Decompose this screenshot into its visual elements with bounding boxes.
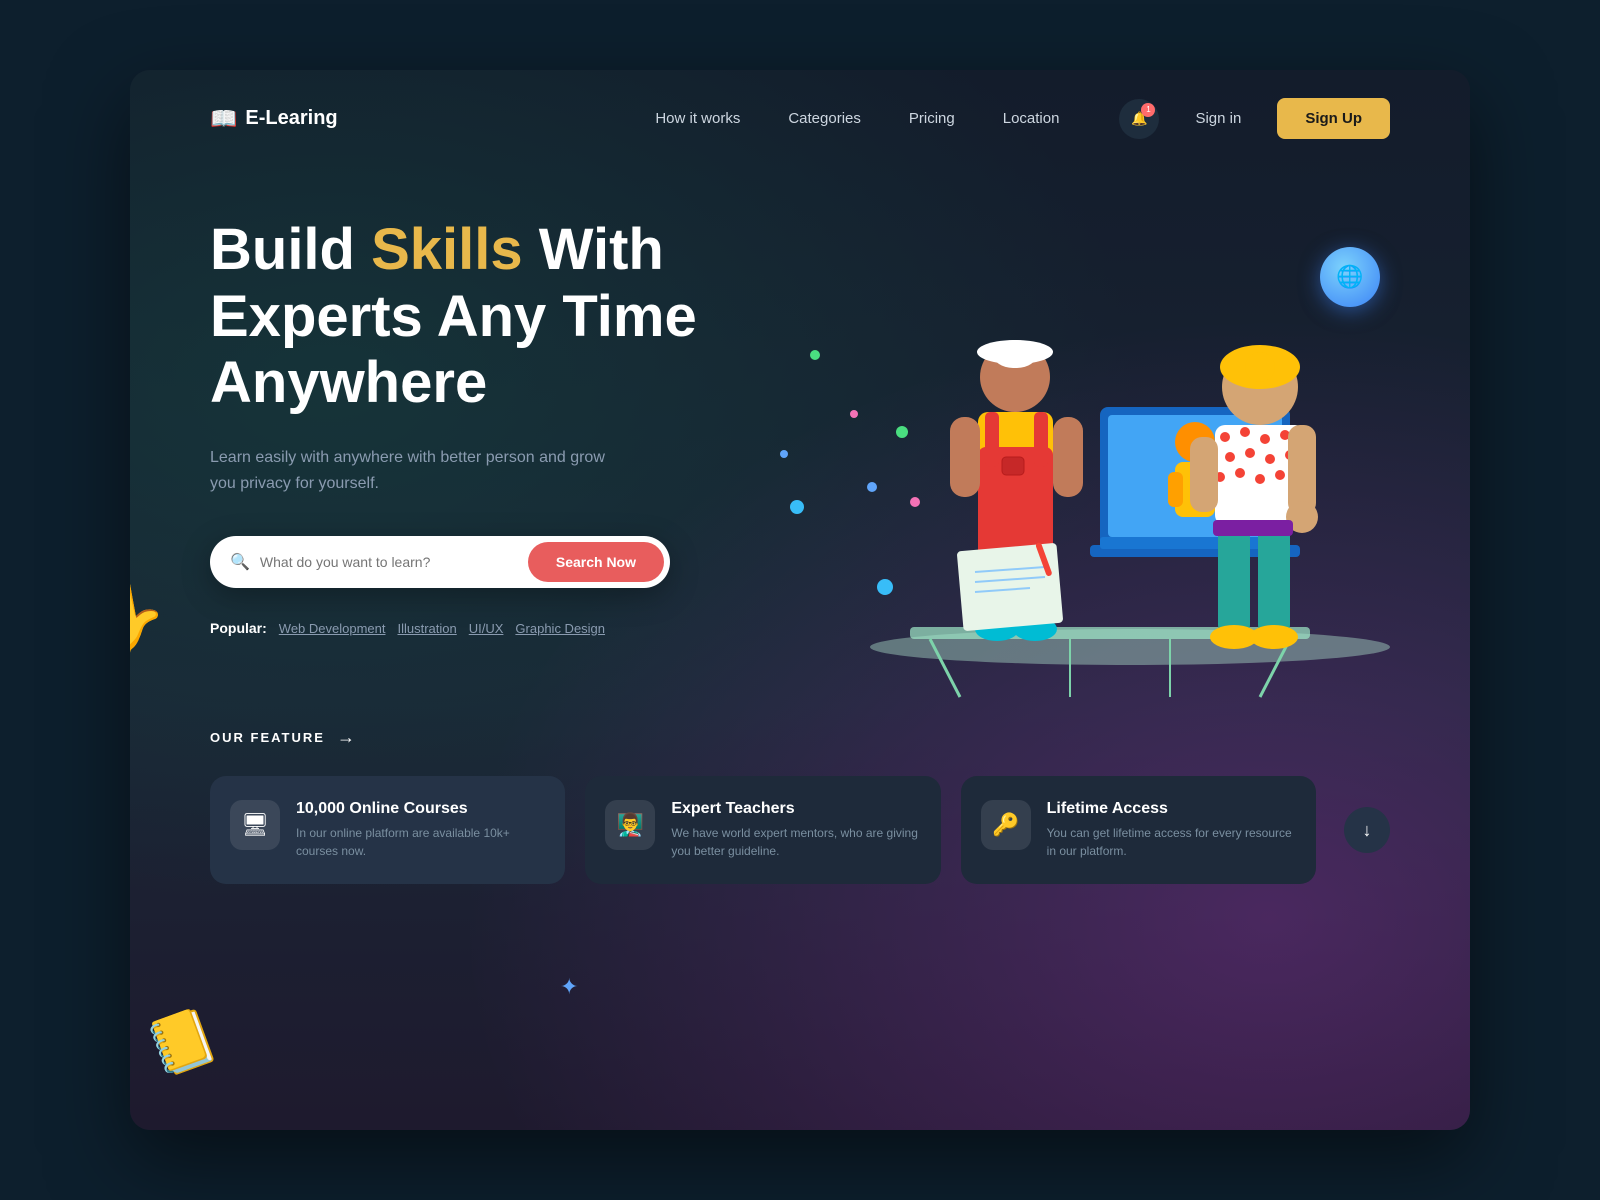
courses-desc: In our online platform are available 10k… (296, 824, 545, 860)
logo: 📖 E-Learing (210, 106, 338, 132)
nav-categories[interactable]: Categories (788, 110, 861, 127)
signin-button[interactable]: Sign in (1179, 102, 1257, 135)
nav-location[interactable]: Location (1003, 110, 1060, 127)
courses-icon: 🖥 (230, 800, 280, 850)
notifications-button[interactable]: 🔔 1 (1119, 99, 1159, 139)
feature-header: OUR FEATURE → (210, 727, 1390, 748)
notification-badge: 1 (1141, 103, 1155, 117)
nav-how-it-works[interactable]: How it works (655, 110, 740, 127)
search-button[interactable]: Search Now (528, 542, 664, 582)
popular-label: Popular: (210, 620, 267, 636)
hero-title-part2: With (523, 217, 664, 282)
globe-decoration: 🌐 (1320, 247, 1380, 307)
nav-pricing[interactable]: Pricing (909, 110, 955, 127)
hero-section: Build Skills With Experts Any Time Anywh… (130, 167, 1470, 707)
search-input[interactable] (260, 554, 528, 570)
navbar: 📖 E-Learing How it works Categories Pric… (130, 70, 1470, 167)
access-card-text: Lifetime Access You can get lifetime acc… (1047, 800, 1296, 860)
courses-title: 10,000 Online Courses (296, 800, 545, 818)
access-desc: You can get lifetime access for every re… (1047, 824, 1296, 860)
search-bar: 🔍 Search Now (210, 536, 670, 588)
nav-links: How it works Categories Pricing Location (655, 110, 1059, 127)
feature-section: OUR FEATURE → 🖥 10,000 Online Courses In… (130, 707, 1470, 884)
popular-tag-uiux[interactable]: UI/UX (469, 621, 504, 636)
hero-title-line3: Anywhere (210, 350, 487, 415)
feature-card-courses: 🖥 10,000 Online Courses In our online pl… (210, 776, 565, 884)
access-icon: 🔑 (981, 800, 1031, 850)
hero-title-highlight: Skills (371, 217, 523, 282)
teachers-title: Expert Teachers (671, 800, 920, 818)
search-icon: 🔍 (230, 552, 250, 572)
popular-tag-web[interactable]: Web Development (279, 621, 386, 636)
signup-button[interactable]: Sign Up (1277, 98, 1390, 139)
hero-subtitle: Learn easily with anywhere with better p… (210, 445, 610, 496)
hero-title: Build Skills With Experts Any Time Anywh… (210, 217, 859, 417)
teachers-card-text: Expert Teachers We have world expert men… (671, 800, 920, 860)
scroll-down-button[interactable]: ↓ (1344, 807, 1390, 853)
access-title: Lifetime Access (1047, 800, 1296, 818)
feature-arrow-icon: → (337, 727, 355, 748)
popular-tag-graphic[interactable]: Graphic Design (515, 621, 605, 636)
hero-left: Build Skills With Experts Any Time Anywh… (210, 187, 859, 707)
feature-heading: OUR FEATURE (210, 730, 325, 745)
hero-title-part1: Build (210, 217, 371, 282)
hero-right: 🌐 (859, 187, 1390, 707)
hand-decoration: 👆 (130, 559, 177, 669)
courses-card-text: 10,000 Online Courses In our online plat… (296, 800, 545, 860)
hero-illustration (830, 157, 1410, 717)
logo-icon: 📖 (210, 106, 237, 132)
globe-icon: 🌐 (1336, 264, 1363, 290)
logo-text: E-Learing (245, 107, 337, 130)
hero-title-line2: Experts Any Time (210, 284, 697, 349)
popular-tag-illustration[interactable]: Illustration (398, 621, 457, 636)
feature-card-teachers: 👨‍🏫 Expert Teachers We have world expert… (585, 776, 940, 884)
popular-row: Popular: Web Development Illustration UI… (210, 620, 859, 636)
feature-cards: 🖥 10,000 Online Courses In our online pl… (210, 776, 1390, 884)
cursor-decoration: ✦ (560, 974, 578, 1000)
nav-actions: 🔔 1 Sign in Sign Up (1119, 98, 1390, 139)
feature-card-access: 🔑 Lifetime Access You can get lifetime a… (961, 776, 1316, 884)
teachers-icon: 👨‍🏫 (605, 800, 655, 850)
teachers-desc: We have world expert mentors, who are gi… (671, 824, 920, 860)
